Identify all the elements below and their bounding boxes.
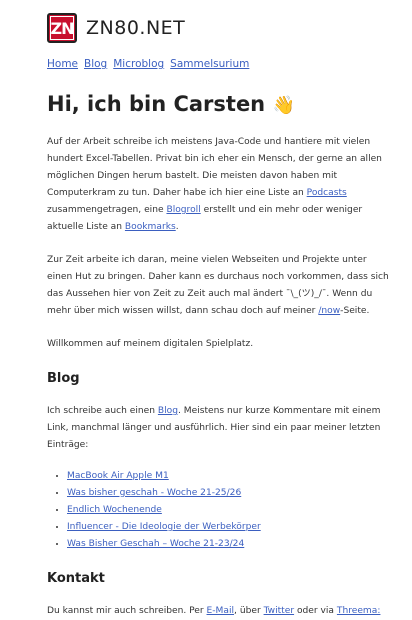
intro-text: -Seite. [340,306,370,316]
podcasts-link[interactable]: Podcasts [307,188,347,198]
site-name[interactable]: ZN80.NET [86,17,185,39]
main-nav: Home Blog Microblog Sammelsurium [47,58,392,70]
list-item: Influencer - Die Ideologie der Werbekörp… [67,519,392,536]
list-item: Was Bisher Geschah – Woche 21-23/24 [67,536,392,553]
blog-entry-link[interactable]: Influencer - Die Ideologie der Werbekörp… [67,522,261,532]
intro-paragraph-3: Willkommen auf meinem digitalen Spielpla… [47,339,254,349]
blog-heading: Blog [47,371,80,386]
page: ZN ZN80.NET Home Blog Microblog Sammelsu… [0,0,412,620]
blog-entry-link[interactable]: Was bisher geschah - Woche 21-25/26 [67,488,241,498]
contact-heading: Kontakt [47,571,105,586]
contact-paragraph: Du kannst mir auch schreiben. Per E-Mail… [47,603,392,620]
bookmarks-link[interactable]: Bookmarks [125,222,176,232]
nav-microblog-link[interactable]: Microblog [113,58,164,70]
blog-link[interactable]: Blog [158,406,178,416]
page-title: Hi, ich bin Carsten 👋 [47,90,392,118]
blog-entry-link[interactable]: MacBook Air Apple M1 [67,471,169,481]
blog-entries-list: MacBook Air Apple M1 Was bisher geschah … [47,468,392,553]
contact-text: , über [234,606,264,616]
nav-sammelsurium-link[interactable]: Sammelsurium [170,58,249,70]
intro-text: zusammengetragen, eine [47,205,167,215]
blog-text: Ich schreibe auch einen [47,406,158,416]
blog-entry-link[interactable]: Endlich Wochenende [67,505,162,515]
blogroll-link[interactable]: Blogroll [166,205,200,215]
contact-text: oder via [294,606,337,616]
waving-hand-icon: 👋 [272,95,295,116]
twitter-link[interactable]: Twitter [264,606,294,616]
blog-paragraph: Ich schreibe auch einen Blog. Meistens n… [47,403,392,454]
list-item: Endlich Wochenende [67,502,392,519]
site-header: ZN ZN80.NET [47,12,392,44]
intro-text: . [175,222,179,232]
list-item: MacBook Air Apple M1 [67,468,392,485]
nav-blog-link[interactable]: Blog [84,58,107,70]
intro-paragraph-2: Zur Zeit arbeite ich daran, meine vielen… [47,252,392,320]
blog-entry-link[interactable]: Was Bisher Geschah – Woche 21-23/24 [67,539,244,549]
list-item: Was bisher geschah - Woche 21-25/26 [67,485,392,502]
page-title-text: Hi, ich bin Carsten [47,92,266,116]
nav-home-link[interactable]: Home [47,58,78,70]
now-link[interactable]: /now [318,306,340,316]
intro-paragraph-1: Auf der Arbeit schreibe ich meistens Jav… [47,134,392,236]
email-link[interactable]: E-Mail [207,606,235,616]
site-logo[interactable]: ZN [47,13,77,43]
contact-text: Du kannst mir auch schreiben. Per [47,606,207,616]
threema-link[interactable]: Threema: [337,606,381,616]
